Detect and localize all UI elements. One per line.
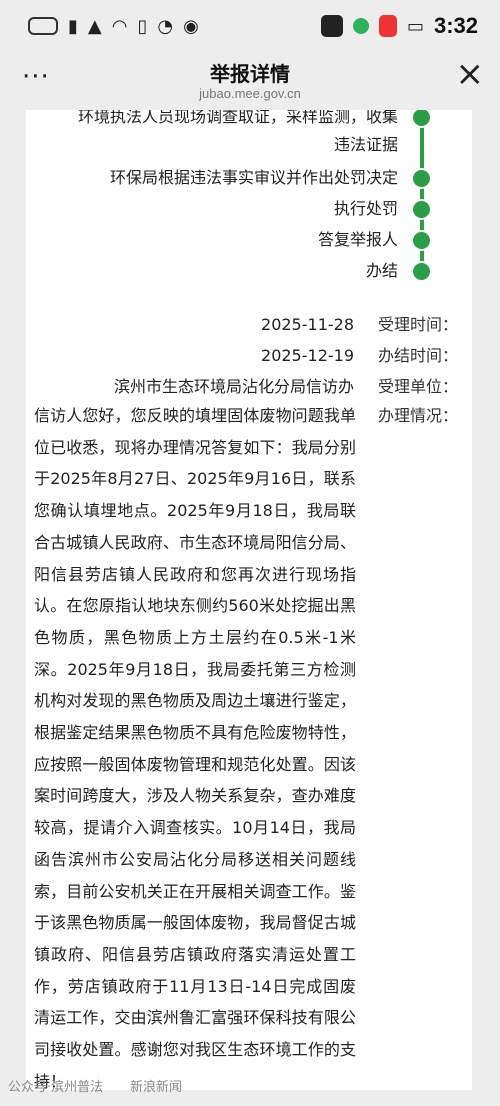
app-icon <box>28 17 58 35</box>
timeline-dot <box>411 168 432 189</box>
timeline-step-text: 执行处罚 <box>333 199 398 218</box>
music-app-icon <box>320 15 343 37</box>
red-app-icon <box>378 15 397 37</box>
finish-time-row: 2025-12-19 办结时间： <box>26 341 472 371</box>
timeline-dot <box>411 230 432 251</box>
finish-time-value: 2025-12-19 <box>261 346 354 365</box>
watermark-left: 公众号·滨州普法 <box>8 1080 104 1095</box>
nav-bar: ··· 举报详情 jubao.mee.gov.cn × <box>0 52 500 114</box>
unit-row: 滨州市生态环境局沾化分局信访办 受理单位： <box>26 372 472 402</box>
timeline-step-text: 违法证据 <box>333 135 398 154</box>
status-bar: ▮ ▲ ◠ ▯ ◔ ◉ ▭ 3:32 <box>0 0 500 52</box>
alarm-icon: ◔ <box>157 15 174 37</box>
signal-icon: ▲ <box>87 15 102 37</box>
close-icon[interactable]: × <box>456 54 485 94</box>
finish-time-label: 办结时间： <box>377 346 458 365</box>
accept-time-value: 2025-11-28 <box>261 315 354 334</box>
status-left-icons: ▮ ▲ ◠ ▯ ◔ ◉ <box>28 16 199 37</box>
unit-label: 受理单位： <box>377 377 458 396</box>
detail-text: 信访人您好，您反映的填埋固体废物问题我单位已收悉，现将办理情况答复如下：我局分别… <box>34 406 356 1090</box>
eye-icon: ◉ <box>183 15 199 37</box>
battery-icon: ▭ <box>406 15 424 37</box>
watermark: 公众号·滨州普法 新浪新闻 <box>0 1076 500 1106</box>
timeline-step: 执行处罚 <box>26 196 472 222</box>
unit-value: 滨州市生态环境局沾化分局信访办 <box>113 377 354 396</box>
status-time: 3:32 <box>433 13 478 38</box>
page-url: jubao.mee.gov.cn <box>199 86 301 101</box>
timeline-dot <box>411 110 432 128</box>
timeline-step: 答复举报人 <box>26 227 472 253</box>
accept-time-row: 2025-11-28 受理时间： <box>26 310 472 340</box>
wifi-icon: ◠ <box>111 15 128 37</box>
timeline-step: 环境执法人员现场调查取证，采样监测，收集 <box>26 110 472 130</box>
timeline-step-text: 环境执法人员现场调查取证，采样监测，收集 <box>77 110 398 126</box>
watermark-right: 新浪新闻 <box>130 1080 183 1095</box>
timeline-step: 办结 <box>26 258 472 284</box>
timeline-step-text: 环保局根据违法事实审议并作出处罚决定 <box>109 168 398 187</box>
notification-icon: ▮ <box>68 15 78 37</box>
timeline-step-text: 办结 <box>365 261 398 280</box>
timeline-step: 环保局根据违法事实审议并作出处罚决定 <box>26 165 472 191</box>
vibrate-icon: ▯ <box>137 15 148 37</box>
report-detail-card: 环境执法人员现场调查取证，采样监测，收集 违法证据 环保局根据违法事实审议并作出… <box>26 110 472 1090</box>
progress-timeline: 环境执法人员现场调查取证，采样监测，收集 违法证据 环保局根据违法事实审议并作出… <box>26 110 472 290</box>
green-app-icon <box>352 18 369 34</box>
detail-label: 办理情况： <box>377 406 458 425</box>
timeline-dot <box>411 199 432 220</box>
accept-time-label: 受理时间： <box>377 315 458 334</box>
timeline-step-text: 答复举报人 <box>317 230 398 249</box>
timeline-dot <box>411 261 432 282</box>
page-title: 举报详情 <box>210 62 290 86</box>
status-right-icons: ▭ 3:32 <box>320 13 478 39</box>
timeline-step: 违法证据 <box>26 132 472 158</box>
